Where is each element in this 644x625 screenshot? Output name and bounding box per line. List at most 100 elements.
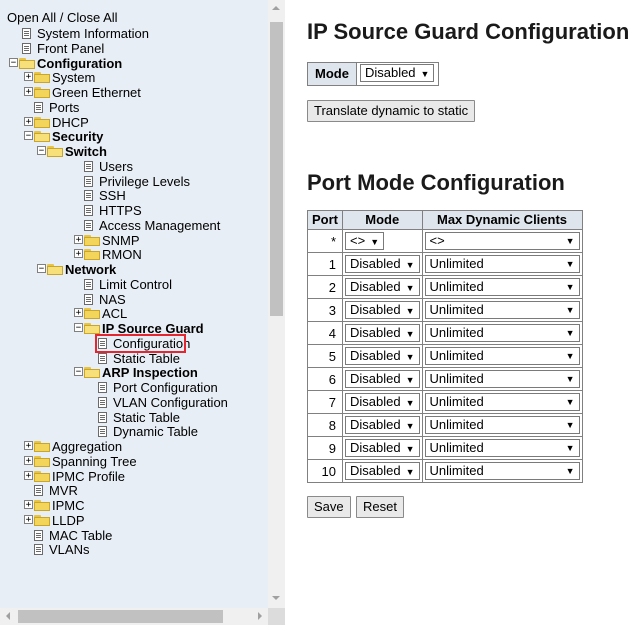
collapse-icon[interactable]: −: [24, 131, 33, 141]
collapse-icon[interactable]: −: [9, 57, 18, 67]
expand-icon[interactable]: +: [24, 116, 33, 126]
nav-item-mvr[interactable]: MVR: [34, 483, 78, 498]
open-close-all-link[interactable]: Open All / Close All: [7, 10, 118, 25]
nav-item-static-table[interactable]: Static Table: [98, 410, 180, 425]
expand-icon[interactable]: +: [24, 514, 33, 524]
port-mode-select[interactable]: Disabled ▼: [345, 370, 420, 388]
expand-icon[interactable]: +: [74, 308, 83, 318]
port-mode-select[interactable]: Disabled ▼: [345, 416, 420, 434]
nav-item-vlan-configuration[interactable]: VLAN Configuration: [98, 395, 228, 410]
max-dynamic-clients-select[interactable]: Unlimited ▼: [424, 324, 580, 342]
port-mode-value: Disabled: [350, 417, 401, 432]
expand-icon[interactable]: +: [74, 249, 83, 259]
port-mode-select[interactable]: Disabled ▼: [345, 393, 420, 411]
scroll-down-icon[interactable]: [272, 596, 280, 600]
nav-item-nas[interactable]: NAS: [84, 292, 126, 307]
vertical-scroll-thumb[interactable]: [270, 22, 283, 316]
nav-item-security[interactable]: − Security: [24, 129, 103, 144]
port-mode-select[interactable]: Disabled ▼: [345, 324, 420, 342]
nav-item-switch[interactable]: − Switch: [37, 144, 107, 159]
nav-item-dynamic-table[interactable]: Dynamic Table: [98, 424, 198, 439]
scroll-up-icon[interactable]: [272, 6, 280, 10]
port-mode-select[interactable]: Disabled ▼: [345, 347, 420, 365]
port-mode-select[interactable]: Disabled ▼: [345, 462, 420, 480]
mode-select[interactable]: Disabled ▼: [359, 64, 435, 82]
nav-item-network[interactable]: − Network: [37, 262, 116, 277]
nav-item-access-management[interactable]: Access Management: [84, 218, 220, 233]
max-dynamic-clients-select[interactable]: Unlimited ▼: [424, 278, 580, 296]
folder-icon: [34, 500, 50, 511]
collapse-icon[interactable]: −: [74, 367, 83, 377]
nav-item-limit-control[interactable]: Limit Control: [84, 277, 172, 292]
folder-icon: [34, 455, 50, 467]
nav-item-front-panel[interactable]: Front Panel: [22, 41, 104, 56]
collapse-icon[interactable]: −: [74, 323, 83, 333]
expand-icon[interactable]: +: [24, 455, 33, 465]
nav-item-ipmc[interactable]: + IPMC: [24, 498, 85, 513]
save-button[interactable]: Save: [307, 496, 351, 518]
nav-item-lldp[interactable]: + LLDP: [24, 513, 85, 528]
max-dynamic-clients-select[interactable]: Unlimited ▼: [424, 462, 580, 480]
nav-item-port-configuration[interactable]: Port Configuration: [98, 380, 218, 395]
mode-column-header: Mode: [342, 210, 423, 230]
collapse-icon[interactable]: −: [37, 264, 46, 274]
nav-item-static-table[interactable]: Static Table: [98, 351, 180, 366]
expand-icon[interactable]: +: [24, 87, 33, 97]
nav-item-rmon[interactable]: + RMON: [74, 247, 142, 262]
port-mode-value: Disabled: [350, 463, 401, 478]
max-dynamic-clients-cell: Unlimited ▼: [421, 344, 583, 368]
horizontal-scroll-thumb[interactable]: [18, 610, 223, 623]
nav-item-system[interactable]: + System: [24, 70, 95, 85]
expand-icon[interactable]: +: [24, 500, 33, 510]
expand-icon[interactable]: +: [24, 72, 33, 82]
vertical-scrollbar[interactable]: [268, 0, 285, 608]
port-mode-select[interactable]: Disabled ▼: [345, 255, 420, 273]
nav-item-users[interactable]: Users: [84, 159, 133, 174]
nav-item-label: Ports: [49, 99, 80, 115]
port-mode-select[interactable]: <> ▼: [345, 232, 385, 250]
reset-button[interactable]: Reset: [356, 496, 404, 518]
max-dynamic-clients-select[interactable]: Unlimited ▼: [424, 416, 580, 434]
nav-item-mac-table[interactable]: MAC Table: [34, 528, 112, 543]
collapse-icon[interactable]: −: [37, 146, 46, 156]
max-dynamic-clients-select[interactable]: <> ▼: [424, 232, 580, 250]
port-mode-select[interactable]: Disabled ▼: [345, 278, 420, 296]
max-dynamic-clients-select[interactable]: Unlimited ▼: [424, 255, 580, 273]
page-icon: [98, 382, 107, 393]
max-dynamic-clients-select[interactable]: Unlimited ▼: [424, 439, 580, 457]
nav-item-aggregation[interactable]: + Aggregation: [24, 439, 122, 454]
max-dynamic-clients-select[interactable]: Unlimited ▼: [424, 393, 580, 411]
expand-icon[interactable]: +: [24, 470, 33, 480]
horizontal-scrollbar[interactable]: [0, 608, 268, 625]
nav-item-arp-inspection[interactable]: − ARP Inspection: [74, 365, 198, 380]
nav-item-privilege-levels[interactable]: Privilege Levels: [84, 174, 190, 189]
table-row: 9 Disabled ▼ Unlimited ▼: [307, 436, 583, 460]
dropdown-arrow-icon: ▼: [420, 69, 430, 79]
max-dynamic-clients-select[interactable]: Unlimited ▼: [424, 347, 580, 365]
expand-icon[interactable]: +: [24, 441, 33, 451]
nav-item-ssh[interactable]: SSH: [84, 188, 126, 203]
port-mode-select[interactable]: Disabled ▼: [345, 439, 420, 457]
nav-item-system-information[interactable]: System Information: [22, 26, 149, 41]
nav-item-ipmc-profile[interactable]: + IPMC Profile: [24, 469, 125, 484]
max-dynamic-clients-select[interactable]: Unlimited ▼: [424, 301, 580, 319]
nav-item-dhcp[interactable]: + DHCP: [24, 115, 89, 130]
nav-item-https[interactable]: HTTPS: [84, 203, 142, 218]
nav-item-vlans[interactable]: VLANs: [34, 542, 89, 557]
scroll-left-icon[interactable]: [6, 612, 10, 620]
port-mode-select[interactable]: Disabled ▼: [345, 301, 420, 319]
nav-item-green-ethernet[interactable]: + Green Ethernet: [24, 85, 141, 100]
nav-item-acl[interactable]: + ACL: [74, 306, 127, 321]
scroll-right-icon[interactable]: [258, 612, 262, 620]
nav-item-snmp[interactable]: + SNMP: [74, 233, 140, 248]
translate-dynamic-to-static-button[interactable]: Translate dynamic to static: [307, 100, 476, 122]
nav-item-configuration[interactable]: − Configuration: [9, 56, 122, 71]
mode-cell: Disabled ▼: [342, 459, 423, 483]
max-dynamic-clients-cell: Unlimited ▼: [421, 275, 583, 299]
nav-item-spanning-tree[interactable]: + Spanning Tree: [24, 454, 137, 469]
nav-item-label: MAC Table: [49, 527, 113, 543]
expand-icon[interactable]: +: [74, 234, 83, 244]
max-dynamic-clients-select[interactable]: Unlimited ▼: [424, 370, 580, 388]
folder-icon: [34, 72, 50, 84]
nav-item-ports[interactable]: Ports: [34, 100, 79, 115]
